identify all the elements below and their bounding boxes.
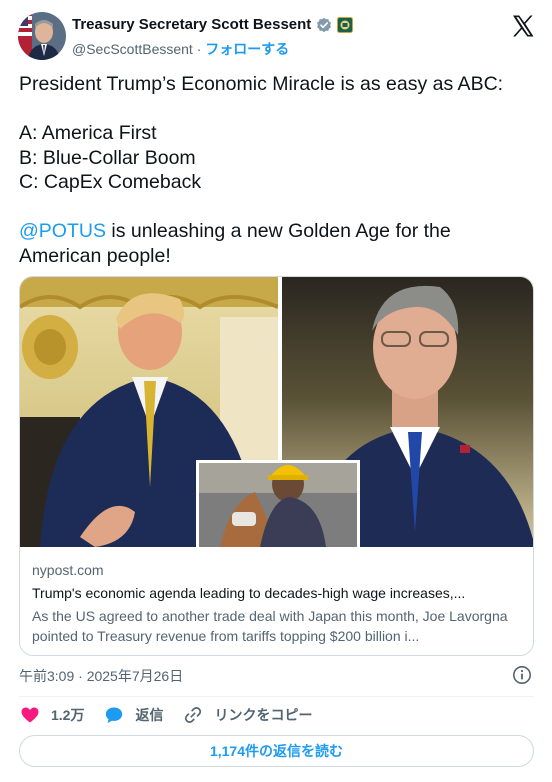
link-chain-icon [185, 707, 202, 723]
like-button[interactable]: 1.2万 [20, 705, 84, 725]
heart-icon [21, 707, 39, 723]
x-logo-icon[interactable] [511, 14, 535, 38]
reply-bubble-icon [106, 707, 123, 723]
reply-button[interactable]: 返信 [104, 705, 163, 725]
tweet-header: Treasury Secretary Scott Bessent @SecSco… [18, 11, 538, 61]
avatar[interactable] [18, 12, 66, 60]
follow-button[interactable]: フォローする [205, 41, 289, 57]
tweet-line-tail: is unleashing a new Golden Age for the [105, 220, 451, 242]
tweet-text: President Trump’s Economic Miracle is as… [19, 72, 534, 268]
link-preview-image [20, 277, 533, 547]
tweet-line: A: America First [19, 122, 157, 144]
author-handle-row: @SecScottBessent · フォローする [72, 39, 289, 59]
tweet-line: American people! [19, 244, 171, 267]
tweet-line: B: Blue-Collar Boom [19, 146, 196, 169]
tweet-line: President Trump’s Economic Miracle is as… [19, 73, 504, 95]
like-count: 1.2万 [51, 707, 85, 723]
tweet-line: @POTUS is unleashing a new Golden Age fo… [19, 219, 534, 244]
copy-link-button[interactable]: リンクをコピー [183, 705, 312, 725]
copy-link-label: リンクをコピー [214, 707, 313, 723]
handle-separator: · [192, 41, 206, 57]
tweet-actions: 1.2万 返信 リンクをコピー [20, 704, 332, 726]
reply-label: 返信 [135, 707, 164, 723]
divider [19, 696, 534, 697]
link-preview-card[interactable]: nypost.com Trump's economic agenda leadi… [19, 276, 534, 656]
read-replies-button[interactable]: 1,174件の返信を読む [19, 735, 534, 767]
tweet-line: C: CapEx Comeback [19, 171, 202, 193]
potus-mention-link[interactable]: @POTUS [19, 220, 106, 242]
tweet-embed-card: Treasury Secretary Scott Bessent @SecSco… [0, 0, 552, 782]
author-name-row: Treasury Secretary Scott Bessent [72, 16, 354, 33]
link-preview-meta: nypost.com Trump's economic agenda leadi… [32, 561, 524, 646]
author-handle[interactable]: @SecScottBessent [72, 41, 193, 57]
link-domain: nypost.com [32, 562, 104, 578]
treasury-seal-icon[interactable] [337, 16, 354, 33]
info-icon[interactable] [512, 665, 532, 685]
link-title[interactable]: Trump's economic agenda leading to decad… [32, 584, 524, 602]
link-description: As the US agreed to another trade deal w… [32, 608, 508, 644]
verified-badge-icon [316, 17, 332, 33]
tweet-timestamp[interactable]: 午前3:09 · 2025年7月26日 [19, 666, 183, 686]
author-display-name[interactable]: Treasury Secretary Scott Bessent [72, 16, 311, 33]
